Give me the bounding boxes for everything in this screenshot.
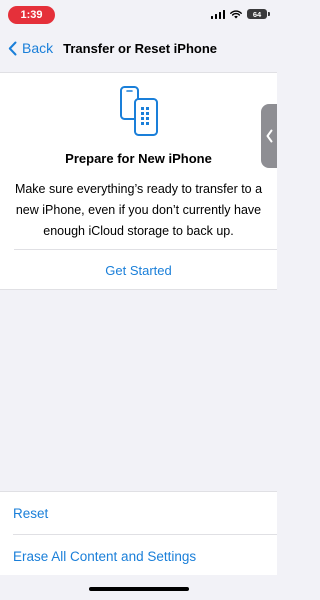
prepare-card: Prepare for New iPhone Make sure everyth…: [0, 72, 277, 290]
navigation-bar: Back Transfer or Reset iPhone: [0, 30, 277, 66]
status-time[interactable]: 1:39: [8, 6, 55, 24]
home-indicator[interactable]: [89, 587, 189, 591]
status-indicators: 64: [210, 9, 270, 19]
two-phones-icon: [120, 86, 158, 136]
reset-options-list: Reset Erase All Content and Settings: [0, 491, 277, 575]
erase-all-content-button[interactable]: Erase All Content and Settings: [0, 535, 277, 577]
battery-icon: 64: [247, 9, 270, 19]
chevron-left-icon: [8, 41, 17, 55]
get-started-button[interactable]: Get Started: [0, 263, 277, 278]
page-title: Transfer or Reset iPhone: [63, 40, 218, 56]
back-label: Back: [22, 40, 54, 56]
status-bar: 1:39 64: [0, 0, 277, 30]
card-description: Make sure everything’s ready to transfer…: [14, 182, 263, 238]
side-panel-handle[interactable]: [261, 104, 277, 168]
reset-button[interactable]: Reset: [0, 492, 277, 534]
wifi-icon: [230, 9, 242, 18]
chevron-left-icon: [266, 129, 272, 143]
cellular-signal-icon: [210, 9, 225, 19]
card-title: Prepare for New iPhone: [65, 151, 212, 166]
card-divider: [14, 249, 277, 250]
back-button[interactable]: Back: [8, 40, 53, 56]
